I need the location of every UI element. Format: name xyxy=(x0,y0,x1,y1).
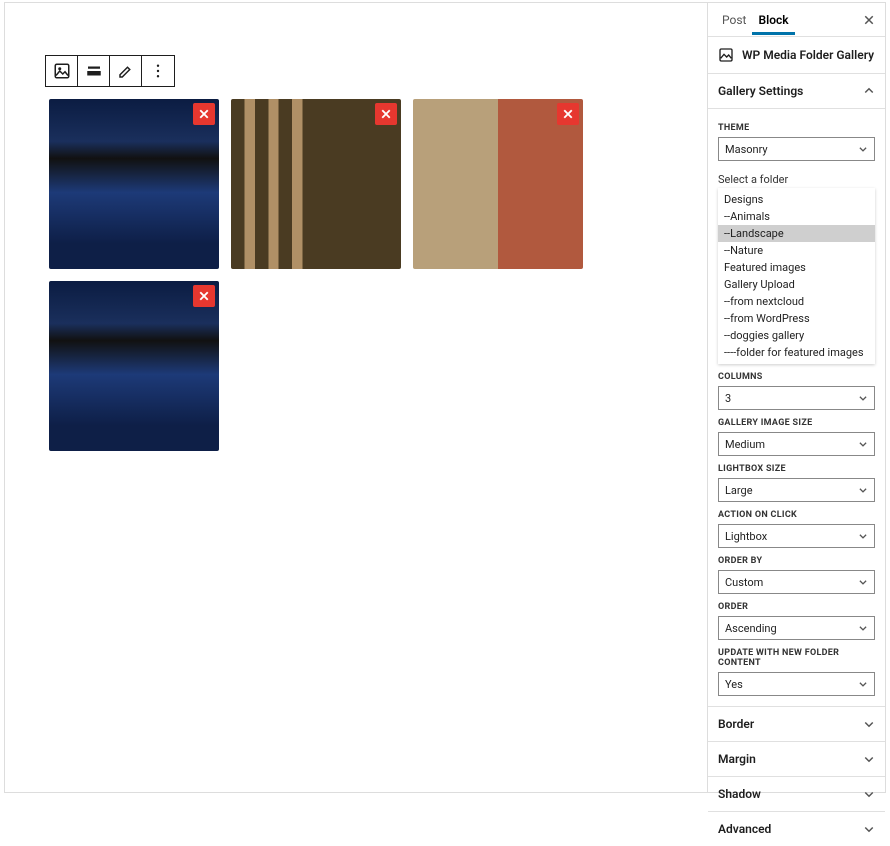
pencil-icon xyxy=(117,62,135,80)
close-icon xyxy=(562,108,574,120)
section-title: Shadow xyxy=(718,787,761,801)
theme-select[interactable]: Masonry xyxy=(718,137,875,161)
columns-value: 3 xyxy=(725,392,731,405)
action-on-click-value: Lightbox xyxy=(725,530,767,543)
columns-label: Columns xyxy=(718,372,875,382)
order-by-select[interactable]: Custom xyxy=(718,570,875,594)
block-type-button[interactable] xyxy=(46,56,78,86)
order-by-label: Order by xyxy=(718,556,875,566)
section-gallery-settings-header[interactable]: Gallery Settings xyxy=(708,74,885,109)
folder-prompt: Select a folder xyxy=(718,173,875,186)
tab-post[interactable]: Post xyxy=(716,5,752,34)
close-icon xyxy=(198,290,210,302)
close-icon xyxy=(863,14,875,26)
folder-option[interactable]: --doggies gallery xyxy=(718,327,875,344)
order-label: Order xyxy=(718,602,875,612)
chevron-down-icon xyxy=(858,531,868,541)
align-button[interactable] xyxy=(78,56,110,86)
block-title-row: WP Media Folder Gallery xyxy=(708,37,885,74)
gallery-thumb[interactable] xyxy=(49,99,219,269)
folder-dropdown-list[interactable]: Designs--Animals--Landscape--NatureFeatu… xyxy=(718,188,875,364)
section-gallery-settings-body: Theme Masonry Select a folder Designs--A… xyxy=(708,109,885,707)
chevron-up-icon xyxy=(863,85,875,97)
tab-block[interactable]: Block xyxy=(752,5,794,35)
block-toolbar xyxy=(45,55,175,87)
lightbox-size-select[interactable]: Large xyxy=(718,478,875,502)
chevron-down-icon xyxy=(858,623,868,633)
close-icon xyxy=(380,108,392,120)
chevron-down-icon xyxy=(858,577,868,587)
update-label: Update with new folder content xyxy=(718,648,875,668)
gallery-preview xyxy=(49,99,589,463)
chevron-down-icon xyxy=(863,823,875,835)
section-border-header[interactable]: Border xyxy=(708,707,885,742)
more-options-button[interactable] xyxy=(142,56,174,86)
gallery-thumb[interactable] xyxy=(231,99,401,269)
folder-option[interactable]: --Nature xyxy=(718,242,875,259)
sidebar-tabs: Post Block xyxy=(708,3,885,37)
chevron-down-icon xyxy=(858,393,868,403)
gallery-image-size-label: Gallery image size xyxy=(718,418,875,428)
order-select[interactable]: Ascending xyxy=(718,616,875,640)
chevron-down-icon xyxy=(858,485,868,495)
thumb-remove-button[interactable] xyxy=(193,285,215,307)
gallery-image-size-select[interactable]: Medium xyxy=(718,432,875,456)
order-by-value: Custom xyxy=(725,576,763,589)
update-select[interactable]: Yes xyxy=(718,672,875,696)
chevron-down-icon xyxy=(863,718,875,730)
gallery-image-size-value: Medium xyxy=(725,438,765,451)
gallery-thumb[interactable] xyxy=(49,281,219,451)
gallery-thumb[interactable] xyxy=(413,99,583,269)
settings-sidebar: Post Block WP Media Folder Gallery Galle… xyxy=(708,2,886,793)
editor-canvas xyxy=(4,2,708,793)
chevron-down-icon xyxy=(858,439,868,449)
section-title: Border xyxy=(718,717,754,731)
folder-option[interactable]: --from nextcloud xyxy=(718,293,875,310)
close-icon xyxy=(198,108,210,120)
folder-option[interactable]: ----folder for featured images xyxy=(718,344,875,361)
chevron-down-icon xyxy=(858,144,868,154)
chevron-down-icon xyxy=(863,788,875,800)
thumb-remove-button[interactable] xyxy=(375,103,397,125)
thumb-remove-button[interactable] xyxy=(557,103,579,125)
section-title: Gallery Settings xyxy=(718,84,803,98)
align-icon xyxy=(85,62,103,80)
folder-option[interactable]: --Animals xyxy=(718,208,875,225)
section-margin-header[interactable]: Margin xyxy=(708,742,885,777)
theme-value: Masonry xyxy=(725,143,768,156)
folder-option[interactable]: --from WordPress xyxy=(718,310,875,327)
section-title: Margin xyxy=(718,752,756,766)
section-advanced-header[interactable]: Advanced xyxy=(708,812,885,846)
edit-button[interactable] xyxy=(110,56,142,86)
section-title: Advanced xyxy=(718,822,771,836)
folder-option[interactable]: Designs xyxy=(718,191,875,208)
order-value: Ascending xyxy=(725,622,777,635)
lightbox-size-value: Large xyxy=(725,484,753,497)
columns-select[interactable]: 3 xyxy=(718,386,875,410)
action-on-click-label: Action on click xyxy=(718,510,875,520)
block-title-text: WP Media Folder Gallery xyxy=(742,48,874,62)
kebab-icon xyxy=(149,62,167,80)
theme-label: Theme xyxy=(718,123,875,133)
action-on-click-select[interactable]: Lightbox xyxy=(718,524,875,548)
folder-option[interactable]: Gallery Upload xyxy=(718,276,875,293)
folder-option[interactable]: Featured images xyxy=(718,259,875,276)
sidebar-close-button[interactable] xyxy=(859,10,879,30)
gallery-block-icon xyxy=(718,47,734,63)
chevron-down-icon xyxy=(858,679,868,689)
lightbox-size-label: Lightbox size xyxy=(718,464,875,474)
folder-option[interactable]: --Landscape xyxy=(718,225,875,242)
update-value: Yes xyxy=(725,678,743,691)
image-block-icon xyxy=(53,62,71,80)
chevron-down-icon xyxy=(863,753,875,765)
thumb-remove-button[interactable] xyxy=(193,103,215,125)
